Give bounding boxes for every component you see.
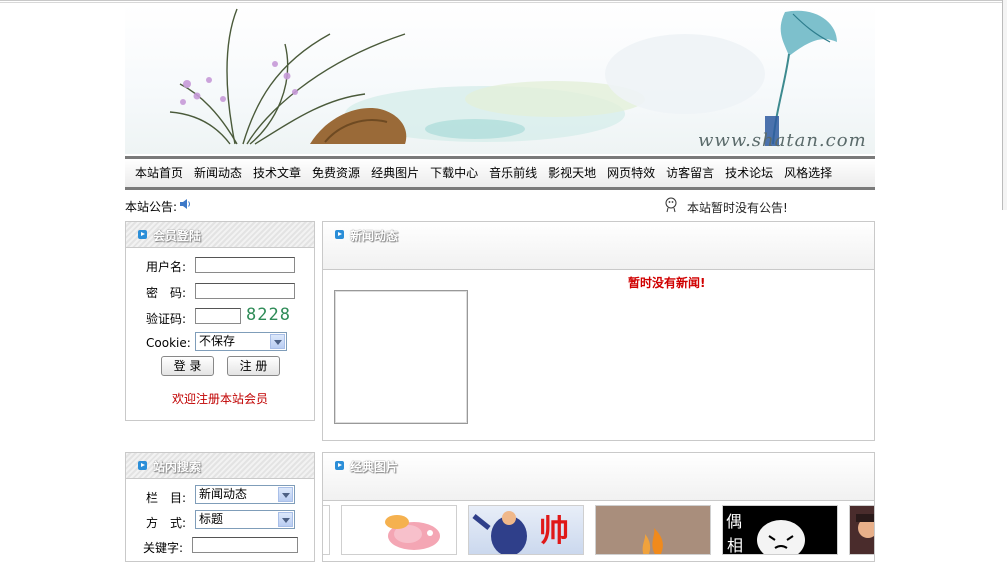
cookie-label: Cookie:: [146, 336, 191, 350]
nav-item-6[interactable]: 下载中心: [424, 159, 483, 187]
announcement-label: 本站公告:: [125, 200, 178, 214]
flame-icon: [642, 528, 663, 554]
login-panel-header: 会员登陆: [126, 222, 314, 248]
nav-item-5[interactable]: 经典图片: [365, 159, 424, 187]
gallery-panel: 经典图片 帅 偶 相: [322, 452, 875, 562]
news-panel-header: 新闻动态: [323, 222, 874, 270]
login-button[interactable]: 登 录: [161, 356, 214, 376]
news-panel-title: 新闻动态: [350, 229, 399, 243]
gallery-thumb-comic[interactable]: 偶 相: [722, 505, 838, 555]
column-select[interactable]: 新闻动态: [195, 485, 295, 504]
password-label: 密 码:: [146, 286, 187, 300]
arrow-bullet-icon: [335, 461, 344, 470]
captcha-image[interactable]: 8228: [246, 305, 291, 325]
page-scrollbar[interactable]: [1002, 0, 1007, 210]
username-input[interactable]: [195, 257, 295, 273]
gallery-thumb-caption-1: 帅: [539, 514, 569, 549]
nav-item-11[interactable]: 技术论坛: [719, 159, 778, 187]
gallery-thumb-cartoon[interactable]: [341, 505, 457, 555]
window-top-border: [0, 0, 1007, 1]
method-select[interactable]: 标题: [195, 510, 295, 529]
method-select-value: 标题: [199, 512, 224, 526]
nav-item-10[interactable]: 访客留言: [660, 159, 719, 187]
gallery-thumb-flame[interactable]: [595, 505, 711, 555]
cookie-select-value: 不保存: [199, 334, 236, 348]
smiley-mascot-icon: [665, 197, 677, 213]
register-welcome-link[interactable]: 欢迎注册本站会员: [172, 390, 268, 407]
gallery-thumb-partial-right[interactable]: [849, 505, 874, 555]
captcha-label: 验证码:: [146, 312, 187, 326]
login-panel-title: 会员登陆: [153, 229, 202, 243]
gallery-thumb-partial[interactable]: [323, 505, 330, 555]
nav-item-3[interactable]: 技术文章: [247, 159, 306, 187]
announcement-message: 本站暂时没有公告!: [687, 201, 788, 215]
site-search-panel: 站内搜索 栏 目: 新闻动态 方 式: 标题 关键字:: [125, 452, 315, 562]
cartoon-bird-icon: [385, 515, 440, 550]
register-button[interactable]: 注 册: [227, 356, 280, 376]
nav-item-9[interactable]: 网页特效: [601, 159, 660, 187]
main-nav: 本站首页 新闻动态 技术文章 免费资源 经典图片 下载中心 音乐前线 影视天地 网页特效 访客留言…: [125, 156, 875, 190]
nav-item-8[interactable]: 影视天地: [542, 159, 601, 187]
chevron-down-icon[interactable]: [278, 512, 293, 527]
method-label: 方 式:: [146, 516, 187, 530]
search-panel-header: 站内搜索: [126, 453, 314, 479]
keyword-label: 关键字:: [143, 541, 184, 555]
search-panel-title: 站内搜索: [153, 460, 202, 474]
nav-item-12[interactable]: 风格选择: [778, 159, 837, 187]
nav-item-4[interactable]: 免费资源: [306, 159, 365, 187]
password-input[interactable]: [195, 283, 295, 299]
member-login-panel: 会员登陆 用户名: 密 码: 验证码: 8228 Cookie: 不保存 登 录…: [125, 221, 315, 421]
nav-item-1[interactable]: 本站首页: [125, 159, 188, 187]
site-banner: www.shatan.com: [125, 4, 875, 154]
nav-item-2[interactable]: 新闻动态: [188, 159, 247, 187]
username-label: 用户名:: [146, 260, 187, 274]
arrow-bullet-icon: [138, 230, 147, 239]
news-image-frame: [334, 290, 468, 424]
announcement-bar: 本站公告: 本站暂时没有公告!: [125, 195, 875, 217]
arrow-bullet-icon: [335, 230, 344, 239]
speaker-icon: [180, 199, 190, 209]
comic-face-icon: [757, 520, 805, 554]
column-select-value: 新闻动态: [199, 487, 248, 501]
gallery-panel-title: 经典图片: [350, 460, 399, 474]
column-label: 栏 目:: [146, 491, 187, 505]
cookie-select[interactable]: 不保存: [195, 332, 287, 351]
no-news-message: 暂时没有新闻!: [628, 276, 706, 290]
nav-item-7[interactable]: 音乐前线: [483, 159, 542, 187]
site-url-watermark: www.shatan.com: [698, 130, 867, 151]
window-top-border-inner: [0, 2, 1007, 3]
chevron-down-icon[interactable]: [270, 334, 285, 349]
gallery-thumb-fighter[interactable]: 帅: [468, 505, 584, 555]
gallery-panel-header: 经典图片: [323, 453, 874, 501]
captcha-input[interactable]: [195, 308, 241, 324]
arrow-bullet-icon: [138, 461, 147, 470]
portrait-icon: [856, 514, 874, 538]
chevron-down-icon[interactable]: [278, 487, 293, 502]
page-container: www.shatan.com 本站首页 新闻动态 技术文章 免费资源 经典图片 下载中心音…: [125, 4, 875, 562]
news-panel: 新闻动态 暂时没有新闻!: [322, 221, 875, 441]
